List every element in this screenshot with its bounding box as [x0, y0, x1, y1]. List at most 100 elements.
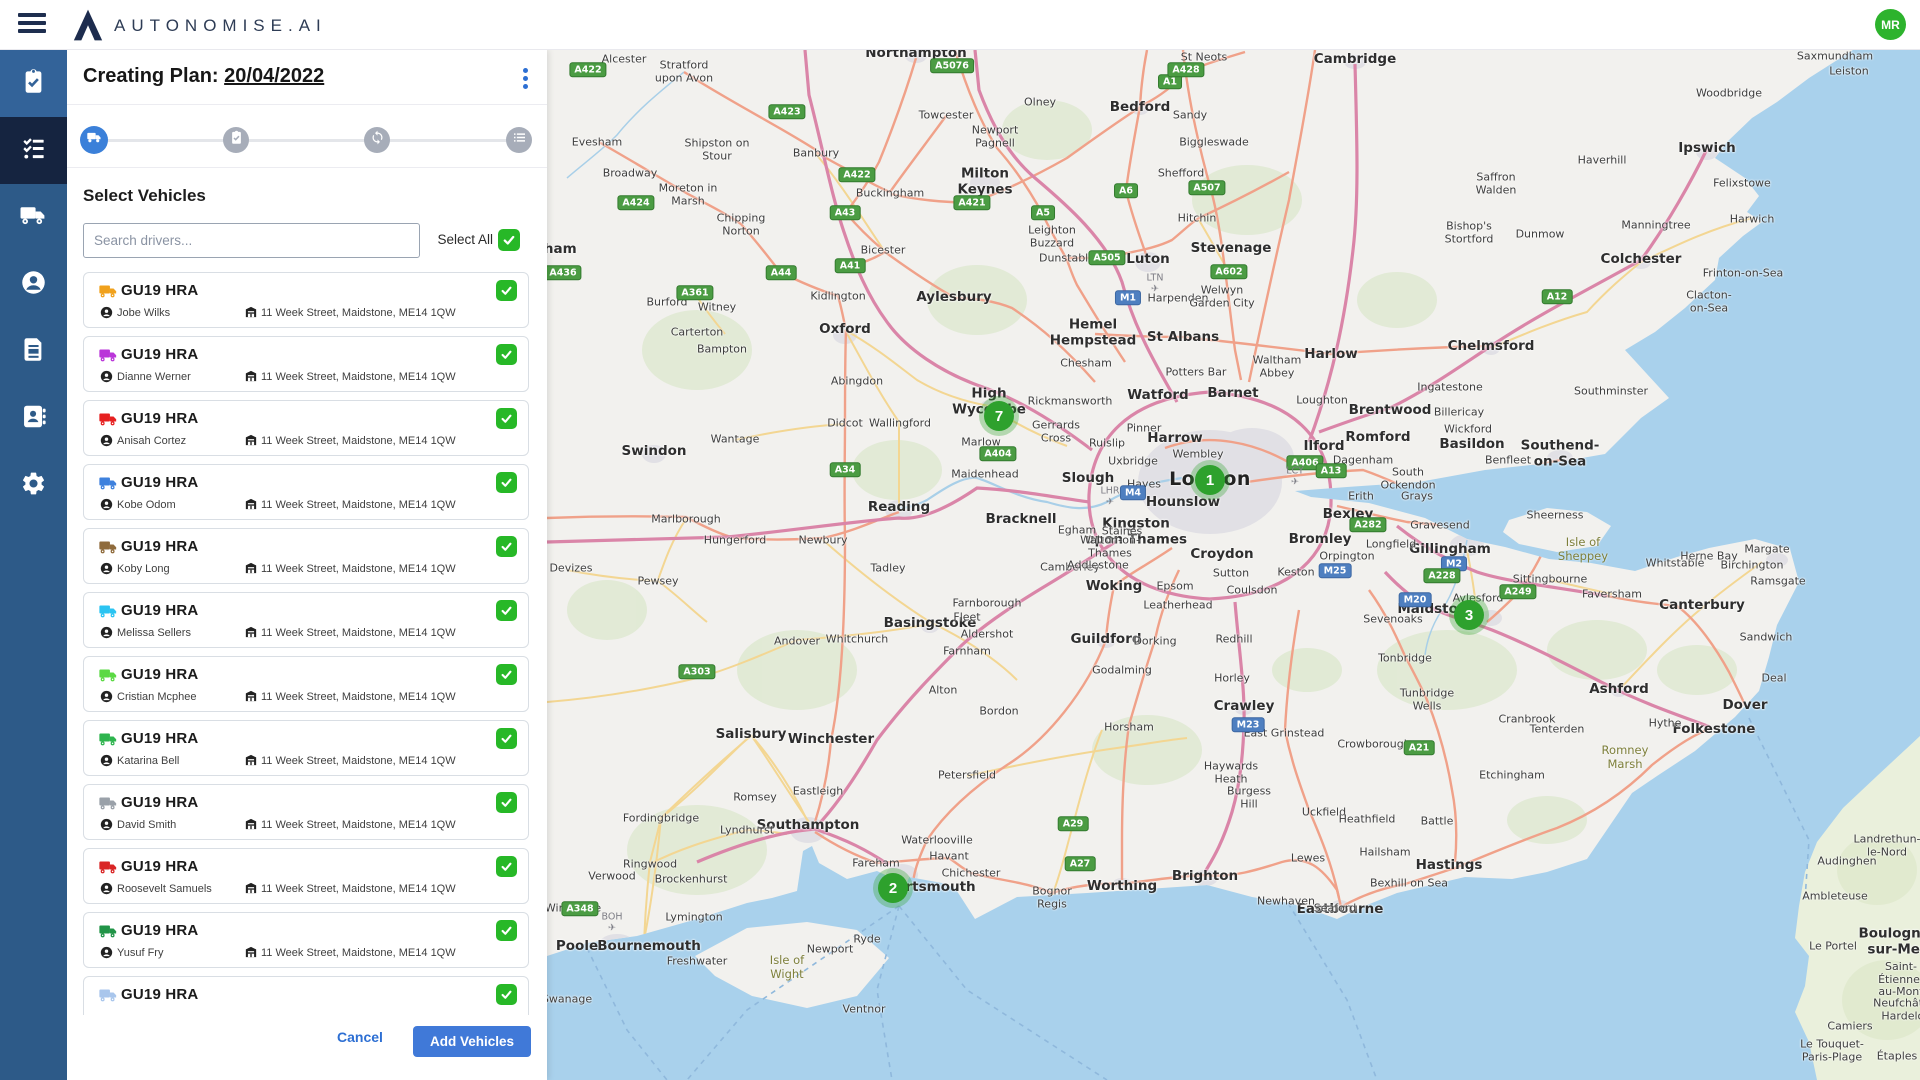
- map-town-label: Coulsdon: [1226, 583, 1278, 597]
- map-town-label: Chipping Norton: [716, 211, 766, 237]
- building-icon: [245, 882, 257, 894]
- vehicle-checkbox[interactable]: [496, 792, 517, 813]
- map-town-label: Moreton in Marsh: [658, 181, 718, 207]
- user-avatar[interactable]: MR: [1875, 9, 1906, 40]
- step-review[interactable]: [506, 127, 532, 153]
- sidebar-item-contacts[interactable]: [0, 385, 67, 452]
- vehicle-checkbox[interactable]: [496, 344, 517, 365]
- driver-name: Koby Long: [117, 563, 170, 575]
- hamburger-menu-icon[interactable]: [18, 13, 46, 37]
- vehicle-card[interactable]: GU19 HRA Roosevelt Samuels 11 Week Stree…: [83, 848, 529, 904]
- vehicle-checkbox[interactable]: [496, 984, 517, 1005]
- map-town-label: Banbury: [792, 146, 840, 160]
- map-town-label: Southminster: [1573, 384, 1649, 398]
- vehicle-checkbox[interactable]: [496, 600, 517, 621]
- vehicle-card[interactable]: GU19 HRA David Smith 11 Week Street, Mai…: [83, 784, 529, 840]
- gear-icon: [20, 470, 47, 502]
- sidebar-item-plans[interactable]: [0, 50, 67, 117]
- map-town-label: Redhill: [1215, 632, 1253, 646]
- map-town-label: Leiston: [1829, 64, 1869, 78]
- map-town-label: Luton: [1126, 251, 1170, 268]
- vehicle-card[interactable]: GU19 HRA Jobe Wilks 11 Week Street, Maid…: [83, 272, 529, 328]
- vehicle-card[interactable]: GU19 HRA Cristian Mcphee 11 Week Street,…: [83, 656, 529, 712]
- map-town-label: Wantage: [710, 432, 760, 446]
- stepper-connector: [94, 139, 519, 142]
- vehicle-checkbox[interactable]: [496, 408, 517, 429]
- vehicle-checkbox[interactable]: [496, 920, 517, 941]
- map-town-label: Newhaven: [1257, 894, 1315, 908]
- map-town-label: Bampton: [697, 342, 747, 356]
- depot-address: 11 Week Street, Maidstone, ME14 1QW: [261, 755, 456, 767]
- map-town-label: Hastings: [1415, 857, 1483, 874]
- map-town-label: Pewsey: [637, 574, 679, 588]
- road-shield: A602: [1210, 264, 1248, 280]
- depot-address: 11 Week Street, Maidstone, ME14 1QW: [261, 499, 456, 511]
- driver-name: Katarina Bell: [117, 755, 180, 767]
- map-canvas[interactable]: LondonNorthamptonCambridgeBedfordMilton …: [547, 50, 1920, 1080]
- route-stop-marker[interactable]: 3: [1454, 600, 1484, 630]
- sidebar-item-drivers[interactable]: [0, 251, 67, 318]
- building-icon: [245, 690, 257, 702]
- sidebar-item-vehicles[interactable]: [0, 184, 67, 251]
- vehicle-checkbox[interactable]: [496, 664, 517, 685]
- vehicle-checkbox[interactable]: [496, 472, 517, 493]
- vehicle-card[interactable]: GU19 HRA Yusuf Fry 11 Week Street, Maids…: [83, 912, 529, 968]
- vehicle-card[interactable]: GU19 HRA Katarina Bell 11 Week Street, M…: [83, 720, 529, 776]
- cancel-button[interactable]: Cancel: [337, 1029, 383, 1045]
- map-town-label: Ipswich: [1678, 140, 1736, 157]
- map-town-label: Bexhill on Sea: [1370, 876, 1448, 890]
- top-header: AUTONOMISE.AI MR: [0, 0, 1920, 50]
- depot-address: 11 Week Street, Maidstone, ME14 1QW: [261, 627, 456, 639]
- vehicle-card[interactable]: GU19 HRA Dianne Werner 11 Week Street, M…: [83, 336, 529, 392]
- map-town-label: Welwyn Garden City: [1189, 283, 1255, 309]
- vehicle-plate: GU19 HRA: [121, 474, 199, 491]
- road-shield: A29: [1057, 816, 1089, 832]
- road-shield: A428: [1167, 62, 1205, 78]
- step-select-orders[interactable]: [223, 127, 249, 153]
- kebab-menu-icon[interactable]: [515, 65, 535, 91]
- map-town-label: Burgess Hill: [1226, 784, 1272, 810]
- map-town-label: Wallingford: [869, 416, 931, 430]
- map-town-label: Guildford: [1070, 631, 1142, 648]
- vehicle-card[interactable]: GU19 HRA Anisah Cortez 11 Week Street, M…: [83, 400, 529, 456]
- road-shield: A44: [765, 265, 797, 281]
- road-shield: A361: [676, 285, 714, 301]
- sidebar-item-create-plan[interactable]: [0, 117, 67, 184]
- map-town-label: Tenterden: [1529, 722, 1585, 736]
- map-town-label: Erith: [1348, 489, 1374, 503]
- map-town-label: Godalming: [1092, 663, 1152, 677]
- vehicle-card[interactable]: GU19 HRA Kobe Odom 11 Week Street, Maids…: [83, 464, 529, 520]
- route-stop-marker[interactable]: 1: [1195, 465, 1225, 495]
- route-stop-marker[interactable]: 2: [878, 873, 908, 903]
- driver-icon: [100, 562, 113, 575]
- sidebar-item-settings[interactable]: [0, 452, 67, 519]
- vehicle-plate: GU19 HRA: [121, 410, 199, 427]
- route-stop-marker[interactable]: 7: [984, 401, 1014, 431]
- building-icon: [245, 626, 257, 638]
- vehicle-checkbox[interactable]: [496, 728, 517, 749]
- map-town-label: St Albans: [1146, 329, 1220, 346]
- map-town-label: Sutton: [1212, 566, 1250, 580]
- map-town-label: Whitchurch: [825, 632, 889, 646]
- select-all-checkbox[interactable]: [498, 229, 520, 251]
- vehicle-checkbox[interactable]: [496, 280, 517, 301]
- vehicle-card[interactable]: GU19 HRA Koby Long 11 Week Street, Maids…: [83, 528, 529, 584]
- vehicle-checkbox[interactable]: [496, 856, 517, 877]
- driver-name: Dianne Werner: [117, 371, 191, 383]
- vehicle-card[interactable]: GU19 HRA Melissa Sellers 11 Week Street,…: [83, 592, 529, 648]
- vehicle-checkbox[interactable]: [496, 536, 517, 557]
- step-select-vehicles[interactable]: [80, 126, 108, 154]
- map-town-label: Waltham Abbey: [1252, 353, 1302, 379]
- step-optimise[interactable]: [364, 127, 390, 153]
- add-vehicles-button[interactable]: Add Vehicles: [413, 1026, 531, 1057]
- road-shield: A5: [1031, 205, 1055, 221]
- map-town-label: Lymington: [665, 910, 723, 924]
- driver-icon: [100, 754, 113, 767]
- vehicle-plate: GU19 HRA: [121, 922, 199, 939]
- search-input[interactable]: [83, 223, 420, 258]
- road-shield: A27: [1064, 856, 1096, 872]
- map-town-label: Didcot: [827, 416, 863, 430]
- sidebar-item-documents[interactable]: [0, 318, 67, 385]
- vehicle-details: Jobe Wilks 11 Week Street, Maidstone, ME…: [100, 305, 480, 321]
- plan-date[interactable]: 20/04/2022: [224, 65, 324, 87]
